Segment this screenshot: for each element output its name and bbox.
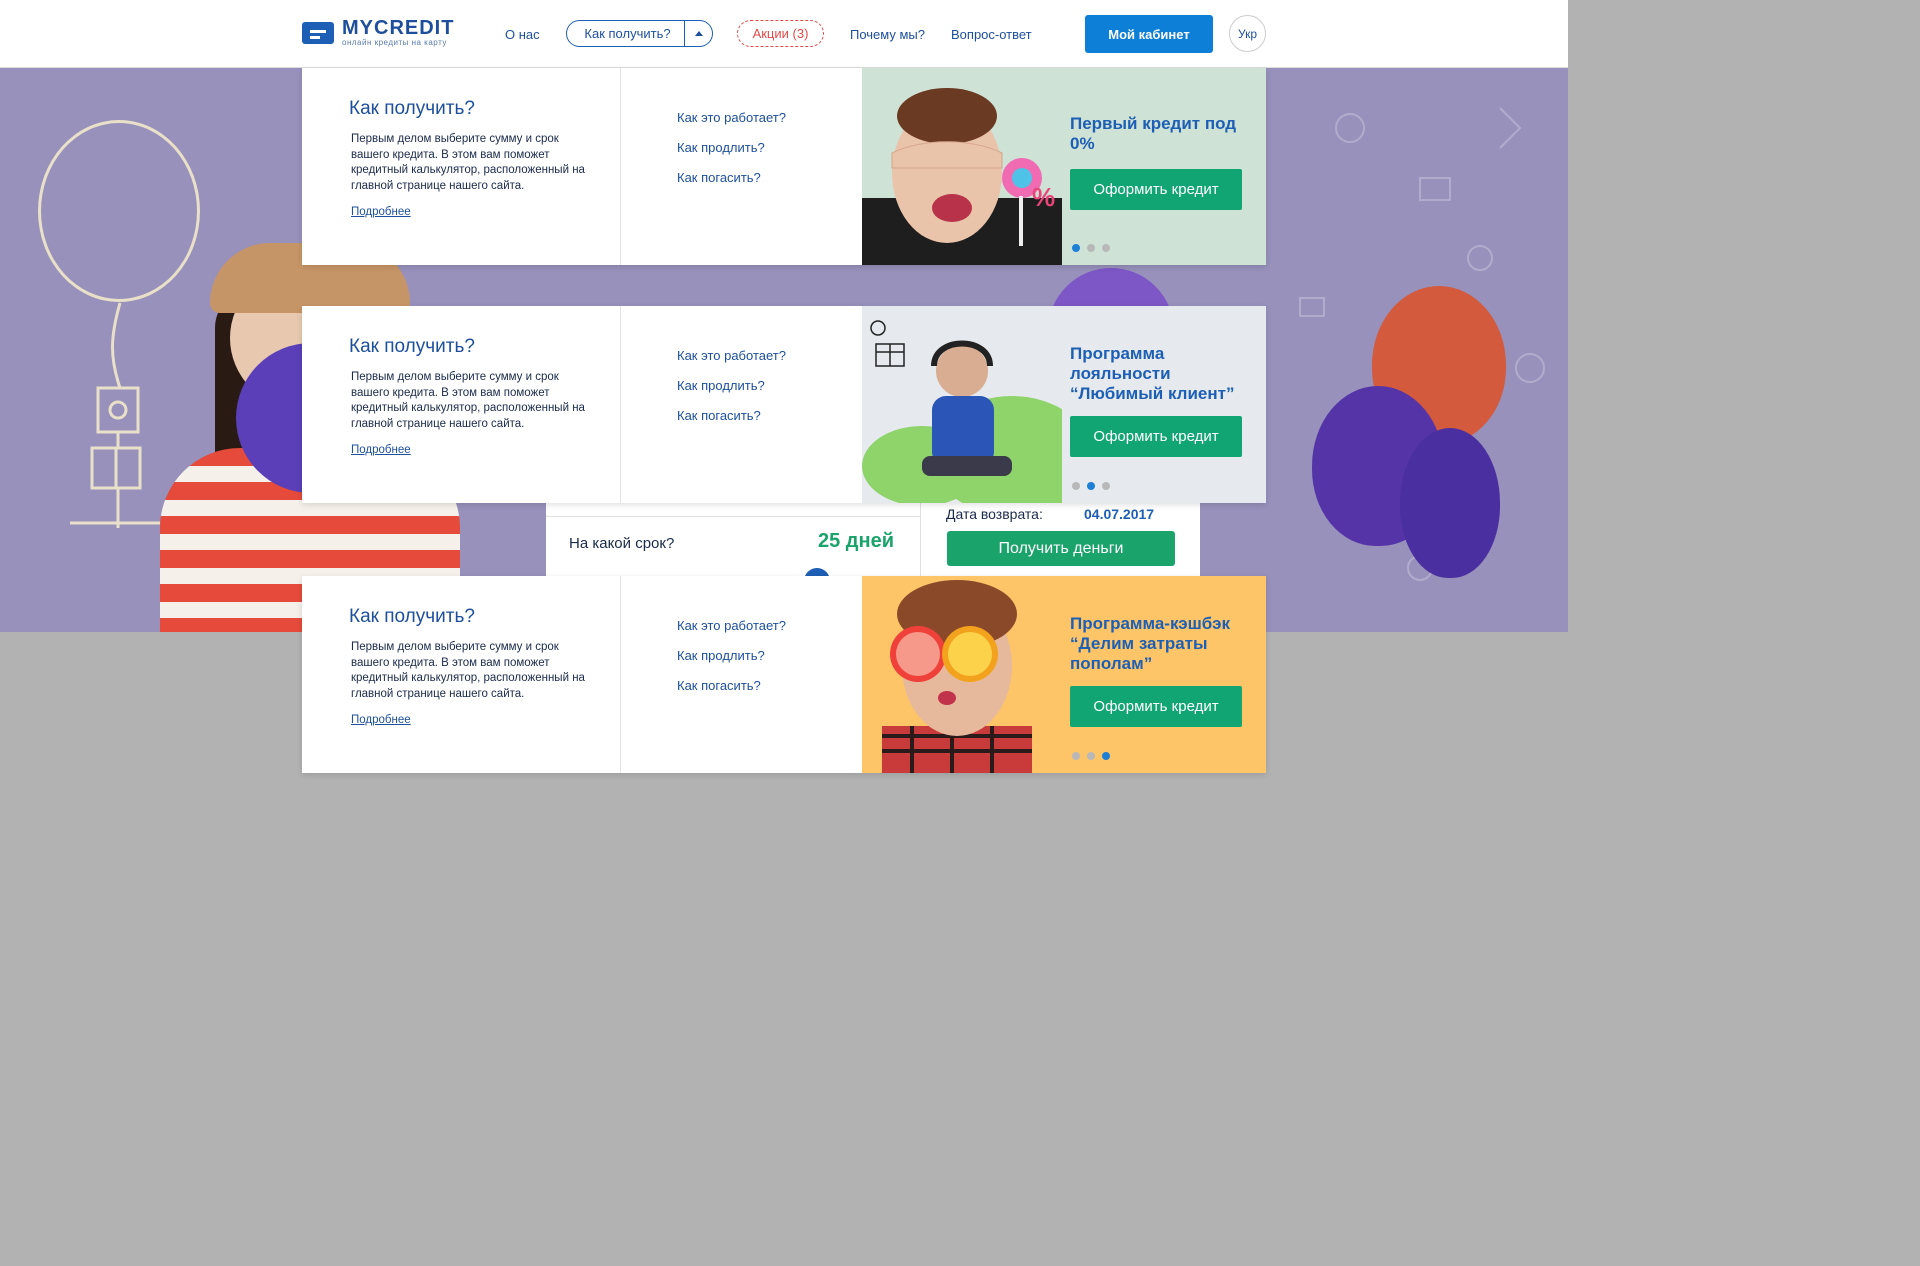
promo-banner: Программа лояльности “Любимый клиент” Оф… [862,306,1266,503]
balloon-doodle [38,120,200,302]
carousel-dot[interactable] [1087,752,1095,760]
balloon-doodle-string [70,302,160,528]
nav-how-dropdown[interactable]: Как получить? [566,20,713,47]
more-link[interactable]: Подробнее [351,206,411,218]
how-dropdown-panel: Как получить? Первым делом выберите сумм… [302,306,1266,503]
dropdown-text: Первым делом выберите сумму и срок вашег… [351,641,585,700]
dropdown-text: Первым делом выберите сумму и срок вашег… [351,371,585,430]
woman-lollipop-image: % [862,88,1062,265]
logo-name: MYCREDIT [342,17,455,39]
link-how-it-works[interactable]: Как это работает? [677,348,786,363]
site-header: MYCREDIT онлайн кредиты на карту О нас П… [0,0,1568,68]
logo[interactable]: MYCREDIT онлайн кредиты на карту [302,18,454,47]
svg-text:%: % [1032,182,1055,212]
carousel-dot[interactable] [1072,244,1080,252]
card-icon [302,20,334,46]
return-date-value: 04.07.2017 [1084,506,1155,522]
woman-citrus-image [882,580,1032,773]
carousel-dot[interactable] [1102,752,1110,760]
woman-headphones-image [862,320,1062,503]
link-extend[interactable]: Как продлить? [677,648,786,663]
logo-tagline: онлайн кредиты на карту [342,38,447,47]
promo-banner: Программа-кэшбэк “Делим затраты пополам”… [862,576,1266,773]
dropdown-text: Первым делом выберите сумму и срок вашег… [351,133,585,192]
more-link[interactable]: Подробнее [351,714,411,726]
carousel-dots [1072,752,1110,760]
more-link[interactable]: Подробнее [351,444,411,456]
carousel-dot[interactable] [1102,244,1110,252]
apply-credit-button[interactable]: Оформить кредит [1070,416,1242,457]
caret-up-icon[interactable] [684,21,712,46]
how-dropdown-panel: Как получить? Первым делом выберите сумм… [302,68,1266,265]
carousel-dots [1072,482,1110,490]
dropdown-title: Как получить? [349,336,475,357]
banner-title: Первый кредит под 0% [1070,114,1237,153]
link-repay[interactable]: Как погасить? [677,408,786,423]
nav-about[interactable]: О нас [505,27,540,42]
nav-promo[interactable]: Акции (3) [737,20,824,47]
language-switch[interactable]: Укр [1229,15,1266,52]
return-date-label: Дата возврата: [946,506,1043,522]
dropdown-title: Как получить? [349,606,475,627]
link-how-it-works[interactable]: Как это работает? [677,110,786,125]
link-how-it-works[interactable]: Как это работает? [677,618,786,633]
violet-balloon [1400,428,1500,578]
get-money-button[interactable]: Получить деньги [947,531,1175,566]
link-repay[interactable]: Как погасить? [677,678,786,693]
nav-why[interactable]: Почему мы? [850,27,925,42]
nav-faq[interactable]: Вопрос-ответ [951,27,1032,42]
how-dropdown-panel: Как получить? Первым делом выберите сумм… [302,576,1266,773]
carousel-dot[interactable] [1072,752,1080,760]
promo-banner: % Первый кредит под 0% Оформить кредит [862,68,1266,265]
carousel-dot[interactable] [1102,482,1110,490]
apply-credit-button[interactable]: Оформить кредит [1070,169,1242,210]
carousel-dots [1072,244,1110,252]
nav-how-label: Как получить? [584,26,671,41]
carousel-dot[interactable] [1072,482,1080,490]
carousel-dot[interactable] [1087,244,1095,252]
banner-title: Программа-кэшбэк “Делим затраты пополам” [1070,614,1230,673]
link-repay[interactable]: Как погасить? [677,170,786,185]
my-cabinet-button[interactable]: Мой кабинет [1085,15,1213,53]
link-extend[interactable]: Как продлить? [677,140,786,155]
link-extend[interactable]: Как продлить? [677,378,786,393]
banner-title: Программа лояльности “Любимый клиент” [1070,344,1235,403]
apply-credit-button[interactable]: Оформить кредит [1070,686,1242,727]
dropdown-title: Как получить? [349,98,475,119]
carousel-dot[interactable] [1087,482,1095,490]
term-value: 25 дней [818,530,894,552]
term-label: На какой срок? [569,535,675,552]
